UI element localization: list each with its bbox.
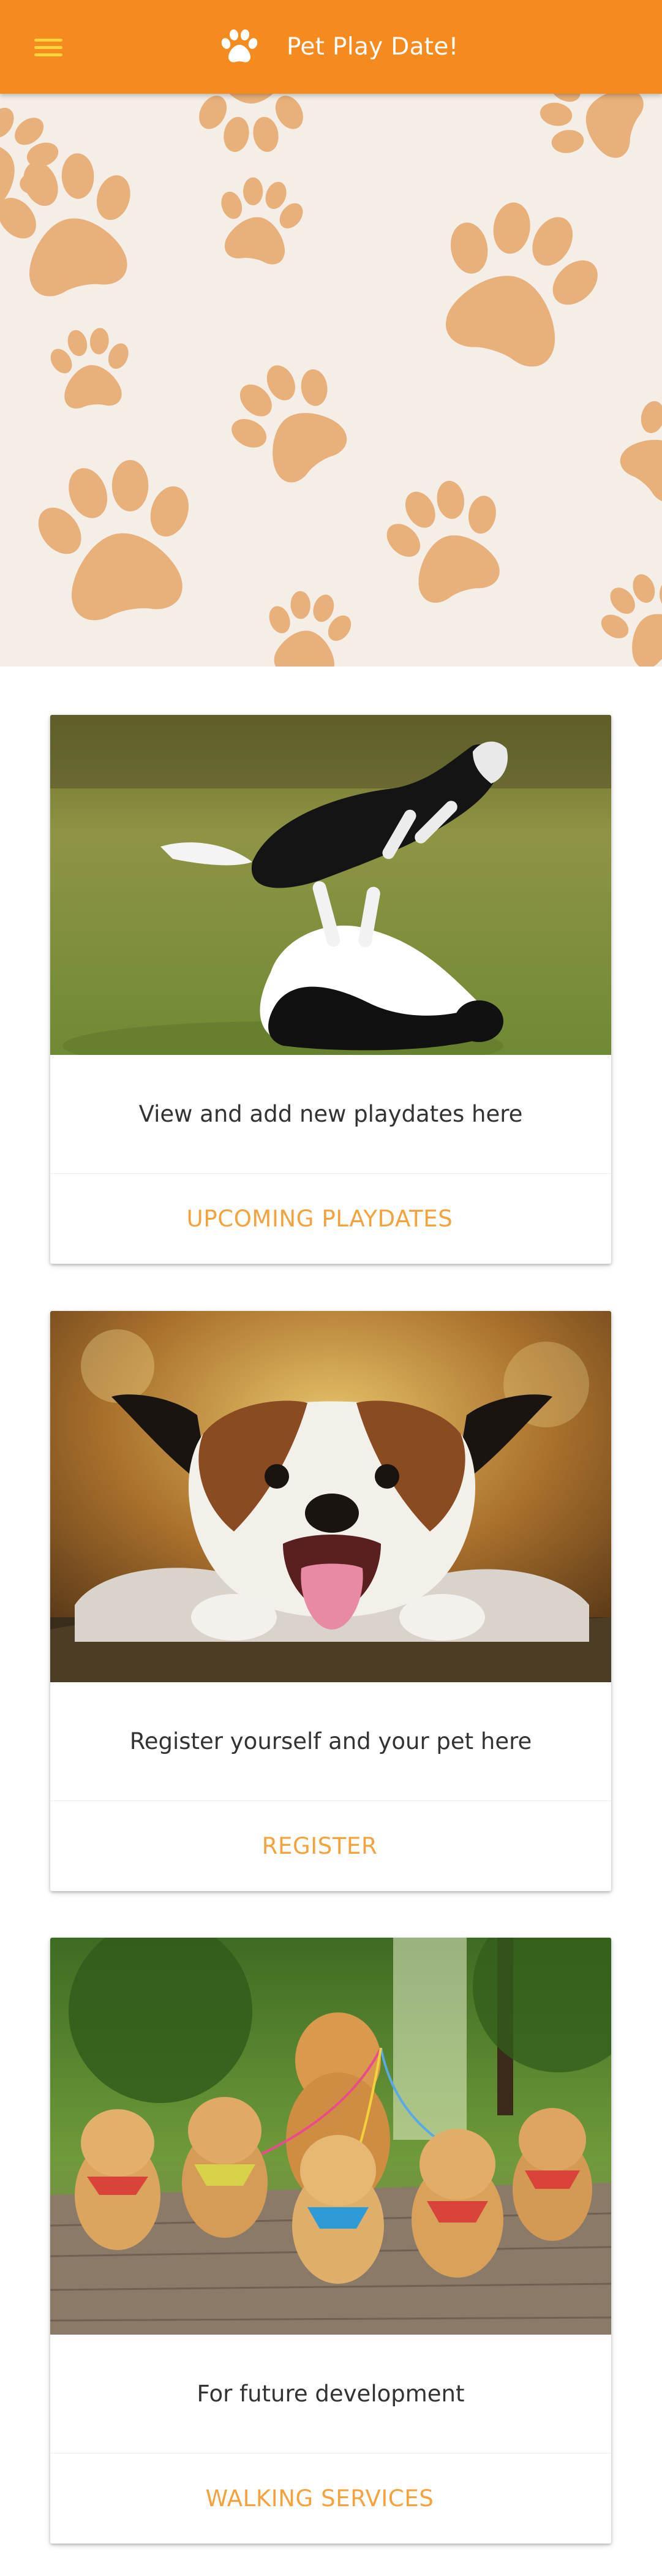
happy-dog-photo: [50, 1311, 611, 1682]
dogs-playing-photo: [50, 715, 611, 1055]
upcoming-playdates-button[interactable]: Upcoming Playdates: [50, 1174, 611, 1264]
top-app-bar: Pet Play Date!: [0, 0, 662, 94]
paw-pattern-background: [0, 94, 662, 667]
card-description: View and add new playdates here: [138, 1101, 523, 1127]
paw-print-icon: [221, 29, 258, 62]
register-card: Register yourself and your pet here Regi…: [50, 1311, 611, 1891]
walking-services-button[interactable]: Walking Services: [50, 2453, 611, 2544]
app-brand: Pet Play Date!: [220, 27, 459, 66]
playdates-card: View and add new playdates here Upcoming…: [50, 715, 611, 1264]
hero-banner: [0, 94, 662, 667]
app-title: Pet Play Date!: [287, 32, 459, 61]
card-description: For future development: [197, 2381, 465, 2407]
app-page: Pet Play Date! View and add new playdate…: [0, 0, 662, 2576]
puppies-walking-photo: [50, 1938, 611, 2335]
hamburger-menu-icon[interactable]: [29, 30, 66, 64]
card-description: Register yourself and your pet here: [129, 1728, 532, 1754]
walking-services-card: For future development Walking Services: [50, 1938, 611, 2544]
register-button[interactable]: Register: [50, 1801, 611, 1891]
